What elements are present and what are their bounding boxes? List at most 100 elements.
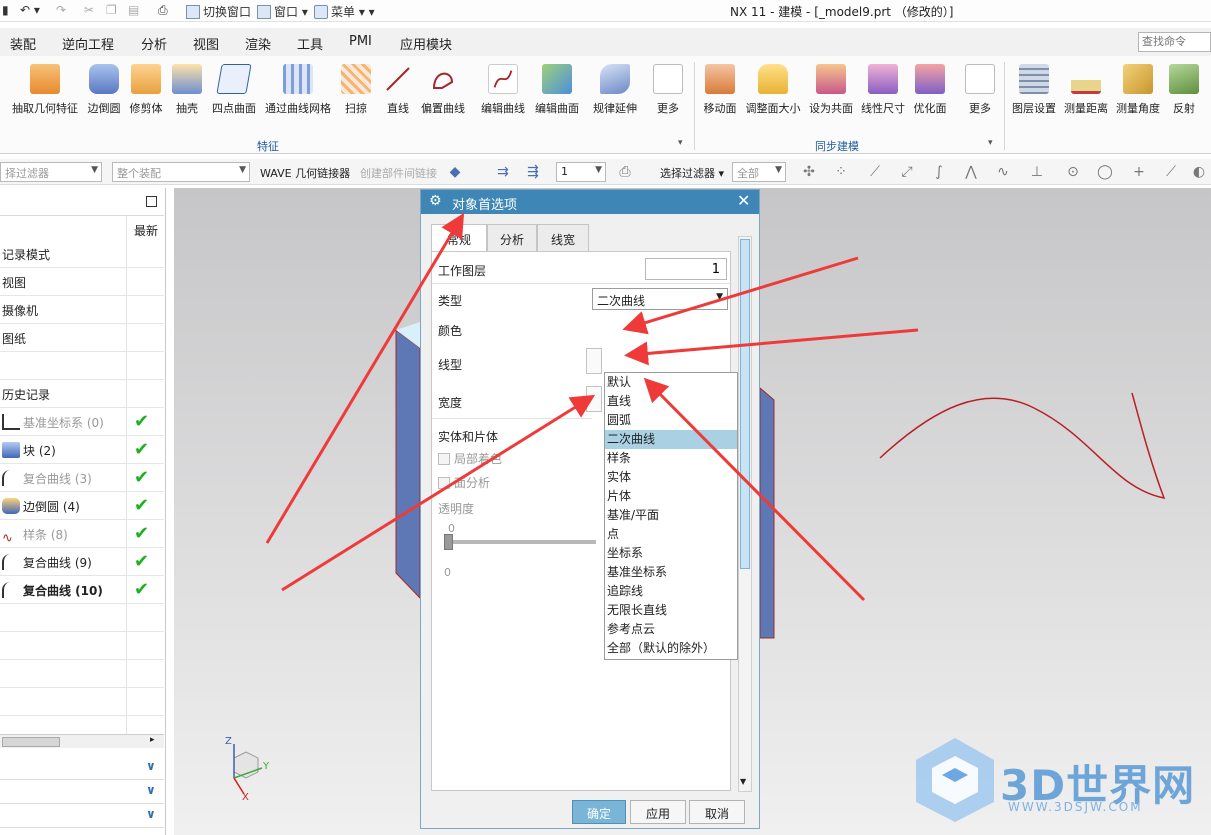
snap-face-icon[interactable]: ◐ bbox=[1190, 163, 1208, 181]
menu-reverse-engineering[interactable]: 逆向工程 bbox=[62, 34, 114, 53]
body-icon[interactable]: ◆ bbox=[446, 163, 464, 181]
linear-dimension-button[interactable]: 线性尺寸 bbox=[859, 64, 907, 116]
edit-surface-button[interactable]: 编辑曲面 bbox=[532, 64, 582, 116]
print-selection-icon[interactable]: ⎙ bbox=[616, 163, 634, 181]
tab-line-width[interactable]: 线宽 bbox=[537, 224, 589, 252]
snap-endpoint-icon[interactable]: ⤢ bbox=[898, 163, 916, 181]
type-option-solid[interactable]: 实体 bbox=[605, 468, 737, 487]
menu-view[interactable]: 视图 bbox=[193, 34, 219, 53]
snap-line-icon[interactable]: ⟋ bbox=[866, 163, 884, 181]
nav-row-camera[interactable]: 摄像机 bbox=[0, 296, 164, 324]
print-icon[interactable]: ⎙ bbox=[158, 3, 168, 18]
through-curve-mesh-button[interactable]: 通过曲线网格 bbox=[262, 64, 334, 116]
type-option-sheet[interactable]: 片体 bbox=[605, 487, 737, 506]
law-extension-button[interactable]: 规律延伸 bbox=[590, 64, 640, 116]
scrollbar-thumb[interactable] bbox=[740, 239, 750, 569]
nav-row-record-mode[interactable]: 记录模式 bbox=[0, 240, 164, 268]
snap-polyline-icon[interactable]: ⋀ bbox=[962, 163, 980, 181]
maximize-icon[interactable] bbox=[146, 196, 157, 207]
type-option-default[interactable]: 默认 bbox=[605, 373, 737, 392]
cut-icon[interactable]: ✂ bbox=[84, 3, 94, 17]
command-search-input[interactable] bbox=[1138, 32, 1211, 52]
face-analysis-checkbox[interactable]: 面分析 bbox=[438, 474, 490, 491]
snap-center-icon[interactable]: ⊙ bbox=[1064, 163, 1082, 181]
nav-row-drawing[interactable]: 图纸 bbox=[0, 324, 164, 352]
save-icon[interactable]: ▮ bbox=[2, 3, 9, 17]
menu-render[interactable]: 渲染 bbox=[245, 34, 271, 53]
menu-assembly[interactable]: 装配 bbox=[10, 34, 36, 53]
menu-analysis[interactable]: 分析 bbox=[141, 34, 167, 53]
type-option-point-cloud[interactable]: 参考点云 bbox=[605, 620, 737, 639]
type-option-csys[interactable]: 坐标系 bbox=[605, 544, 737, 563]
measure-angle-button[interactable]: 测量角度 bbox=[1114, 64, 1162, 116]
feature-row-datum-csys[interactable]: 基准坐标系 (0) ✔ bbox=[0, 408, 164, 436]
width-select[interactable] bbox=[586, 386, 602, 412]
make-coplanar-button[interactable]: 设为共面 bbox=[807, 64, 855, 116]
type-option-trace-line[interactable]: 追踪线 bbox=[605, 582, 737, 601]
paste-icon[interactable]: ▤ bbox=[128, 3, 139, 17]
feature-row-composite-curve-10[interactable]: 复合曲线 (10) ✔ bbox=[0, 576, 164, 604]
snap-wave-icon[interactable]: ∿ bbox=[994, 163, 1012, 181]
type-option-all[interactable]: 全部（默认的除外） bbox=[605, 639, 737, 658]
scroll-down-icon[interactable]: ▼ bbox=[740, 777, 746, 786]
type-option-conic[interactable]: 二次曲线 bbox=[605, 430, 737, 449]
menu-application[interactable]: 应用模块 bbox=[400, 34, 452, 53]
feature-row-block[interactable]: 块 (2) ✔ bbox=[0, 436, 164, 464]
type-dropdown-list[interactable]: 默认 直线 圆弧 二次曲线 样条 实体 片体 基准/平面 点 坐标系 基准坐标系… bbox=[604, 372, 738, 660]
layer-select[interactable]: 1 ▼ bbox=[556, 162, 606, 182]
dialog-scrollbar[interactable]: ▼ bbox=[738, 236, 752, 792]
offset-curve-button[interactable]: 偏置曲线 bbox=[418, 64, 468, 116]
horizontal-scrollbar[interactable]: ▸ bbox=[0, 734, 164, 748]
type-filter-select[interactable]: 择过滤器 ▼ bbox=[0, 162, 102, 182]
nav-row-blank[interactable] bbox=[0, 352, 164, 380]
feature-row-composite-curve-3[interactable]: 复合曲线 (3) ✔ bbox=[0, 464, 164, 492]
edge-blend-button[interactable]: 边倒圆 bbox=[84, 64, 124, 116]
more-feature-button[interactable]: 更多 bbox=[648, 64, 688, 116]
ok-button[interactable]: 确定 bbox=[572, 800, 626, 824]
menu-tools[interactable]: 工具 bbox=[297, 34, 323, 53]
four-point-surface-button[interactable]: 四点曲面 bbox=[208, 64, 260, 116]
shell-button[interactable]: 抽壳 bbox=[170, 64, 204, 116]
wave-linker-button[interactable]: WAVE 几何链接器 bbox=[260, 165, 350, 181]
measure-distance-button[interactable]: 测量距离 bbox=[1062, 64, 1110, 116]
create-link-button[interactable]: 创建部件间链接 bbox=[360, 165, 437, 181]
snap-move-icon[interactable]: ✣ bbox=[800, 163, 818, 181]
more-sync-button[interactable]: 更多 bbox=[960, 64, 1000, 116]
nav-row-history[interactable]: 历史记录 bbox=[0, 380, 164, 408]
snap-quadrant-icon[interactable]: ◯ bbox=[1096, 163, 1114, 181]
close-icon[interactable]: ✕ bbox=[737, 191, 750, 210]
link-face-icon[interactable]: ⇶ bbox=[524, 163, 542, 181]
preview-panel-header[interactable]: ∨ bbox=[0, 804, 164, 828]
type-option-point[interactable]: 点 bbox=[605, 525, 737, 544]
type-option-datum-csys[interactable]: 基准坐标系 bbox=[605, 563, 737, 582]
window-menu-button[interactable]: 窗口 ▾ bbox=[257, 3, 308, 20]
feature-row-spline[interactable]: ∿ 样条 (8) ✔ bbox=[0, 520, 164, 548]
scroll-right-icon[interactable]: ▸ bbox=[150, 735, 155, 745]
link-body-icon[interactable]: ⇉ bbox=[494, 163, 512, 181]
switch-window-button[interactable]: 切换窗口 bbox=[186, 3, 251, 20]
sweep-button[interactable]: 扫掠 bbox=[340, 64, 372, 116]
slider-thumb[interactable] bbox=[444, 534, 453, 550]
line-button[interactable]: 直线 bbox=[382, 64, 414, 116]
type-option-spline[interactable]: 样条 bbox=[605, 449, 737, 468]
tab-analysis[interactable]: 分析 bbox=[487, 224, 537, 252]
snap-curve-icon[interactable]: ∫ bbox=[930, 163, 948, 181]
dialog-title-bar[interactable]: ⚙ 对象首选项 ✕ bbox=[421, 190, 759, 214]
extract-geometry-button[interactable]: 抽取几何特征 bbox=[8, 64, 82, 116]
work-layer-input[interactable] bbox=[645, 258, 727, 280]
redo-icon[interactable]: ↷ bbox=[56, 3, 66, 17]
linetype-select[interactable] bbox=[586, 348, 602, 374]
menu-pmi[interactable]: PMI bbox=[349, 34, 372, 49]
snap-tangent-icon[interactable]: ⊥ bbox=[1028, 163, 1046, 181]
trim-body-button[interactable]: 修剪体 bbox=[126, 64, 166, 116]
feature-row-edge-blend[interactable]: 边倒圆 (4) ✔ bbox=[0, 492, 164, 520]
nav-row-view[interactable]: 视图 bbox=[0, 268, 164, 296]
apply-button[interactable]: 应用 bbox=[630, 800, 686, 824]
type-option-arc[interactable]: 圆弧 bbox=[605, 411, 737, 430]
undo-icon[interactable]: ↶ ▾ bbox=[20, 3, 40, 17]
type-option-line[interactable]: 直线 bbox=[605, 392, 737, 411]
snap-points-icon[interactable]: ⁘ bbox=[832, 163, 850, 181]
dependencies-panel-header[interactable]: ∨ bbox=[0, 756, 164, 780]
type-select[interactable]: 二次曲线 ▼ bbox=[592, 288, 728, 310]
copy-icon[interactable]: ❐ bbox=[106, 3, 117, 17]
